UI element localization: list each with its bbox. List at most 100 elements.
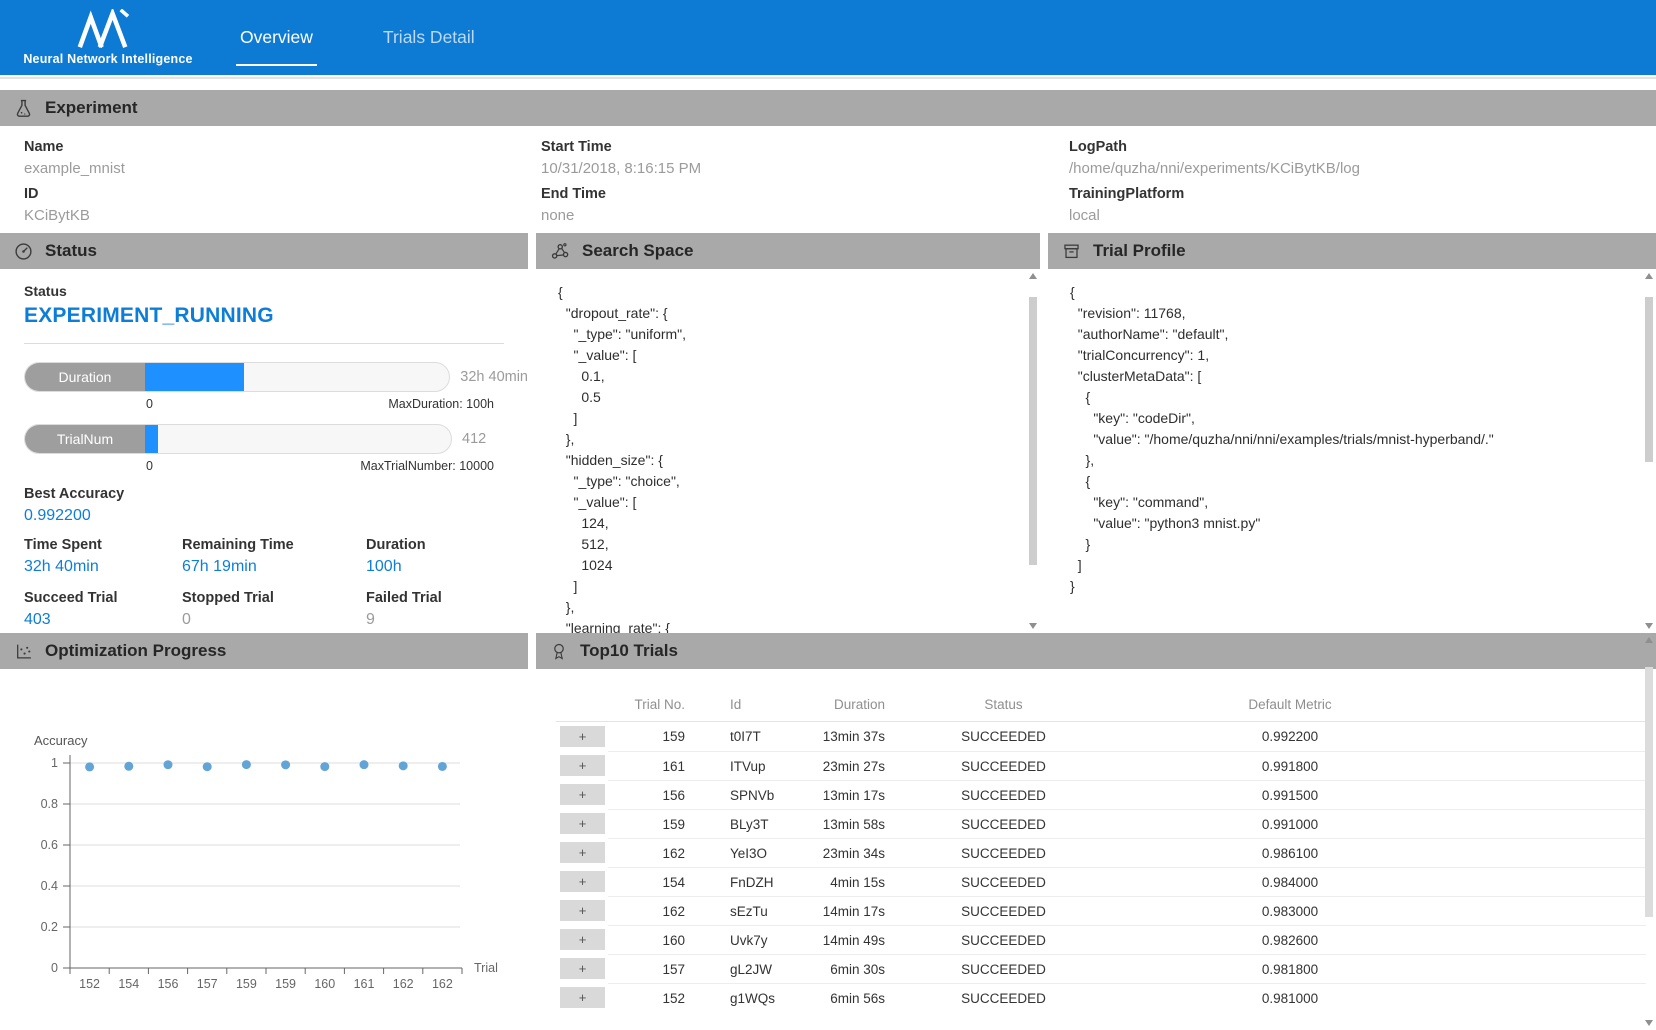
data-point — [281, 760, 290, 769]
progress-min-label: 0 — [146, 459, 153, 473]
scroll-up-icon[interactable] — [1645, 637, 1653, 643]
cell-spacer — [1464, 780, 1646, 809]
chart-el: 0.8 — [41, 797, 58, 811]
progress-bar: TrialNum412 — [24, 424, 528, 454]
scroll-up-icon[interactable] — [1645, 273, 1653, 279]
expand-row-button[interactable]: + — [560, 987, 605, 1008]
data-point — [438, 762, 447, 771]
experiment-status-value: EXPERIMENT_RUNNING — [24, 304, 528, 328]
scroll-up-icon[interactable] — [1029, 273, 1037, 279]
cell-spacer — [1464, 925, 1646, 954]
cell-spacer — [1464, 751, 1646, 780]
data-point — [124, 762, 133, 771]
chart-el: 0 — [51, 961, 58, 975]
expand-row-button[interactable]: + — [560, 784, 605, 805]
cell-trial-no: 159 — [608, 722, 690, 751]
status-divider — [24, 343, 504, 344]
experiment-title: Experiment — [45, 98, 138, 118]
expand-row-button[interactable]: + — [560, 726, 605, 747]
chart-el: 1 — [51, 756, 58, 770]
expand-row-button[interactable]: + — [560, 871, 605, 892]
progress-fill — [145, 425, 158, 453]
expander-cell: + — [556, 867, 608, 896]
data-point — [242, 760, 251, 769]
data-point — [85, 762, 94, 771]
stat: Duration100h — [366, 537, 528, 576]
table-row: +159BLy3T13min 58sSUCCEEDED0.991000 — [556, 809, 1646, 838]
cell-status: SUCCEEDED — [891, 722, 1116, 751]
progress-track: TrialNum — [24, 424, 452, 454]
data-point — [203, 762, 212, 771]
trial-profile-scrollbar[interactable] — [1643, 273, 1655, 629]
search-space-scrollbar[interactable] — [1027, 273, 1039, 629]
expand-row-button[interactable]: + — [560, 755, 605, 776]
expander-cell: + — [556, 925, 608, 954]
cell-spacer — [1464, 722, 1646, 751]
scroll-thumb[interactable] — [1029, 297, 1037, 565]
trial-profile-body[interactable]: { "revision": 11768, "authorName": "defa… — [1048, 269, 1656, 633]
progress-sublabels: 0MaxDuration: 100h — [24, 397, 494, 411]
cell-id: g1WQs — [690, 983, 806, 1012]
expand-row-button[interactable]: + — [560, 813, 605, 834]
col-status: Status — [891, 693, 1116, 722]
data-point — [360, 760, 369, 769]
scroll-down-icon[interactable] — [1645, 623, 1653, 629]
optimization-chart: Accuracy00.20.40.60.81152154156157159159… — [0, 669, 528, 1009]
optimization-panel: Optimization Progress Accuracy00.20.40.6… — [0, 633, 528, 1030]
nni-dashboard: Neural Network Intelligence Overview Tri… — [0, 0, 1656, 1030]
scroll-thumb[interactable] — [1645, 297, 1653, 462]
experiment-fields: Nameexample_mnistIDKCiBytKBStart Time10/… — [0, 126, 1656, 233]
expand-row-button[interactable]: + — [560, 958, 605, 979]
field-label: ID — [24, 186, 541, 202]
top10-scrollbar[interactable] — [1643, 637, 1655, 1026]
progress-bars: Duration32h 40min0MaxDuration: 100hTrial… — [24, 362, 528, 473]
tab-overview[interactable]: Overview — [236, 0, 317, 75]
table-row: +162YeI3O23min 34sSUCCEEDED0.986100 — [556, 838, 1646, 867]
scroll-down-icon[interactable] — [1029, 623, 1037, 629]
chart-el: Trial — [474, 961, 498, 975]
search-space-header: Search Space — [536, 233, 1040, 269]
expander-cell: + — [556, 809, 608, 838]
cell-spacer — [1464, 983, 1646, 1012]
status-field-label: Status — [24, 283, 528, 299]
field-label: TrainingPlatform — [1069, 186, 1656, 202]
progress-max-label: MaxDuration: 100h — [388, 397, 494, 411]
cell-status: SUCCEEDED — [891, 838, 1116, 867]
status-title: Status — [45, 241, 97, 261]
stat-value: 9 — [366, 611, 528, 629]
top10-title: Top10 Trials — [580, 641, 678, 661]
best-accuracy-value: 0.992200 — [24, 507, 528, 525]
top10-header: Top10 Trials — [536, 633, 1656, 669]
scroll-thumb[interactable] — [1645, 667, 1653, 917]
cell-id: ITVup — [690, 751, 806, 780]
chart-el: 159 — [236, 977, 257, 991]
cell-default-metric: 0.982600 — [1116, 925, 1464, 954]
expand-row-button[interactable]: + — [560, 929, 605, 950]
expand-row-button[interactable]: + — [560, 900, 605, 921]
stat-value: 403 — [24, 611, 182, 629]
stat-label: Failed Trial — [366, 590, 528, 606]
table-header-row: Trial No.IdDurationStatusDefault Metric — [556, 693, 1646, 722]
cell-duration: 14min 17s — [806, 896, 891, 925]
chart-el: 0.2 — [41, 920, 58, 934]
search-space-title: Search Space — [582, 241, 694, 261]
cell-duration: 13min 17s — [806, 780, 891, 809]
field-value: 10/31/2018, 8:16:15 PM — [541, 160, 1069, 177]
cell-duration: 6min 30s — [806, 954, 891, 983]
brand-text: Neural Network Intelligence — [23, 52, 192, 66]
cell-default-metric: 0.991800 — [1116, 751, 1464, 780]
chart-el: 156 — [158, 977, 179, 991]
chart-el: 154 — [118, 977, 139, 991]
middle-row: Status Status EXPERIMENT_RUNNING Duratio… — [0, 233, 1656, 633]
scroll-down-icon[interactable] — [1645, 1020, 1653, 1026]
search-space-body[interactable]: { "dropout_rate": { "_type": "uniform", … — [536, 269, 1040, 633]
cell-duration: 4min 15s — [806, 867, 891, 896]
expand-row-button[interactable]: + — [560, 842, 605, 863]
data-point — [320, 762, 329, 771]
field-value: /home/quzha/nni/experiments/KCiBytKB/log — [1069, 160, 1656, 177]
cell-default-metric: 0.991000 — [1116, 809, 1464, 838]
expander-cell: + — [556, 954, 608, 983]
search-space-panel: Search Space { "dropout_rate": { "_type"… — [536, 233, 1040, 633]
cell-id: YeI3O — [690, 838, 806, 867]
tab-trials-detail[interactable]: Trials Detail — [379, 0, 479, 75]
